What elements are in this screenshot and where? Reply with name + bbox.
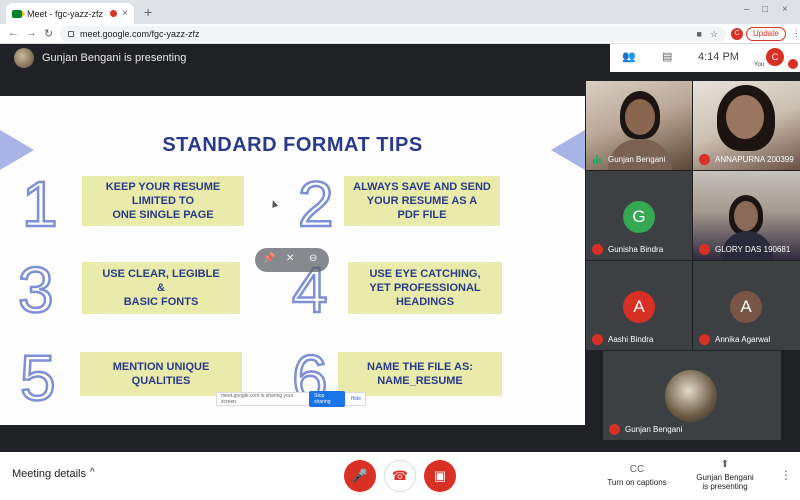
camera-off-icon: ▣ bbox=[433, 468, 447, 483]
tip-number: 3 bbox=[17, 254, 55, 326]
muted-icon bbox=[592, 334, 603, 345]
update-button[interactable]: Update bbox=[746, 27, 786, 41]
tip-text: NAME THE FILE AS: NAME_RESUME bbox=[338, 352, 502, 396]
muted-icon bbox=[699, 154, 710, 165]
present-now-button[interactable]: ⬆ Gunjan Bengani is presenting bbox=[688, 459, 762, 491]
browser-menu-icon[interactable]: ⋮ bbox=[792, 28, 800, 39]
back-button[interactable]: ← bbox=[8, 27, 19, 39]
speaking-indicator-icon bbox=[593, 155, 602, 164]
participant-name: GLORY DAS 190681 bbox=[715, 245, 791, 254]
participant-tile[interactable]: GLORY DAS 190681 bbox=[693, 171, 800, 260]
tile-hover-toolbar: 📌 ✕ ⊖ bbox=[255, 248, 329, 272]
pin-icon[interactable]: 📌 bbox=[263, 253, 275, 264]
participant-tile[interactable]: A Aashi Bindra bbox=[586, 261, 692, 350]
camera-indicator-icon[interactable]: ■ bbox=[696, 29, 701, 39]
browser-address-bar: ← → ↻ meet.google.com/fgc-yazz-zfz ■ ☆ C… bbox=[0, 24, 800, 44]
mic-off-icon: 🎤 bbox=[351, 468, 369, 483]
self-share-avatar bbox=[665, 370, 717, 422]
participant-name: Gunjan Bengani bbox=[608, 155, 666, 164]
participant-name: ANNAPURNA 200399 bbox=[715, 155, 794, 164]
participant-tile[interactable]: ANNAPURNA 200399 bbox=[693, 81, 800, 170]
url-omnibox[interactable]: meet.google.com/fgc-yazz-zfz ■ ☆ bbox=[60, 26, 726, 42]
captions-label: Turn on captions bbox=[607, 478, 667, 487]
sharing-banner: meet.google.com is sharing your screen. … bbox=[216, 391, 366, 407]
reload-button[interactable]: ↻ bbox=[44, 27, 53, 40]
self-muted-icon bbox=[788, 59, 798, 69]
participant-name: Annika Agarwal bbox=[715, 335, 771, 344]
bookmark-star-icon[interactable]: ☆ bbox=[710, 29, 718, 40]
chat-icon[interactable]: ▤ bbox=[662, 50, 672, 63]
tip-text: USE EYE CATCHING, YET PROFESSIONAL HEADI… bbox=[348, 262, 502, 314]
presented-slide: STANDARD FORMAT TIPS 1 KEEP YOUR RESUME … bbox=[0, 96, 585, 425]
participant-avatar: G bbox=[623, 201, 655, 233]
window-maximize-button[interactable]: □ bbox=[762, 4, 768, 15]
participant-name: Aashi Bindra bbox=[608, 335, 654, 344]
tip-text: KEEP YOUR RESUME LIMITED TO ONE SINGLE P… bbox=[82, 176, 244, 226]
participant-avatar: A bbox=[623, 291, 655, 323]
muted-icon bbox=[609, 424, 620, 435]
microphone-toggle-button[interactable]: 🎤 bbox=[344, 460, 376, 492]
lock-icon bbox=[68, 31, 74, 37]
muted-icon bbox=[592, 244, 603, 255]
presenter-text: Gunjan Bengani is presenting bbox=[42, 52, 187, 64]
presenting-label-line2: is presenting bbox=[702, 482, 748, 491]
captions-button[interactable]: CC Turn on captions bbox=[600, 464, 674, 487]
forward-button[interactable]: → bbox=[26, 27, 37, 39]
new-tab-button[interactable]: + bbox=[144, 4, 152, 20]
url-text: meet.google.com/fgc-yazz-zfz bbox=[80, 29, 200, 39]
participant-name: Gunisha Bindra bbox=[608, 245, 664, 254]
tip-number: 5 bbox=[19, 342, 57, 414]
meeting-time: 4:14 PM bbox=[698, 51, 739, 63]
bottom-control-bar: Meeting details ^ 🎤 ☎ ▣ CC Turn on capti… bbox=[0, 452, 800, 500]
camera-toggle-button[interactable]: ▣ bbox=[424, 460, 456, 492]
tip-text: ALWAYS SAVE AND SEND YOUR RESUME AS A PD… bbox=[344, 176, 500, 226]
participant-avatar: A bbox=[730, 291, 762, 323]
tip-text: MENTION UNIQUE QUALITIES bbox=[80, 352, 242, 396]
self-avatar-small[interactable]: C bbox=[766, 48, 784, 66]
muted-icon bbox=[699, 334, 710, 345]
slide-title: STANDARD FORMAT TIPS bbox=[162, 134, 423, 156]
participant-video bbox=[726, 95, 764, 139]
participant-name: Gunjan Bengani bbox=[625, 425, 683, 434]
people-icon[interactable]: 👥 bbox=[622, 50, 636, 63]
recording-dot-icon bbox=[110, 10, 118, 17]
tab-title: Meet - fgc-yazz-zfz bbox=[27, 8, 104, 19]
meet-favicon-icon bbox=[12, 9, 25, 18]
present-screen-icon: ⬆ bbox=[720, 459, 730, 470]
you-label: You bbox=[754, 62, 765, 68]
leave-call-button[interactable]: ☎ bbox=[384, 460, 416, 492]
window-minimize-button[interactable]: – bbox=[744, 4, 750, 15]
meeting-details-button[interactable]: Meeting details bbox=[12, 468, 86, 480]
captions-icon: CC bbox=[629, 464, 645, 475]
presenter-bar: Gunjan Bengani is presenting bbox=[0, 44, 585, 96]
mute-presenter-icon[interactable]: ✕ bbox=[286, 253, 294, 264]
meeting-top-right-panel: 👥 ▤ 4:14 PM C You bbox=[610, 44, 800, 72]
muted-icon bbox=[699, 244, 710, 255]
more-options-icon[interactable]: ⋮ bbox=[780, 468, 792, 482]
tip-number: 1 bbox=[21, 168, 59, 240]
participant-video bbox=[734, 201, 758, 231]
presenting-label-line1: Gunjan Bengani bbox=[696, 473, 754, 482]
presenter-avatar bbox=[14, 48, 34, 68]
stop-sharing-button[interactable]: Stop sharing bbox=[309, 391, 345, 407]
sharing-banner-text: meet.google.com is sharing your screen. bbox=[221, 393, 294, 405]
browser-tab-bar: Meet - fgc-yazz-zfz × + – □ × bbox=[0, 0, 800, 24]
participant-tile[interactable]: G Gunisha Bindra bbox=[586, 171, 692, 260]
chevron-up-icon[interactable]: ^ bbox=[90, 467, 95, 478]
hang-up-icon: ☎ bbox=[391, 468, 409, 483]
window-close-button[interactable]: × bbox=[782, 4, 788, 15]
hide-banner-button[interactable]: Hide bbox=[351, 396, 361, 402]
tip-text: USE CLEAR, LEGIBLE & BASIC FONTS bbox=[82, 262, 240, 314]
remove-icon[interactable]: ⊖ bbox=[309, 253, 317, 264]
browser-tab-meet[interactable]: Meet - fgc-yazz-zfz × bbox=[6, 3, 134, 24]
participant-tile[interactable]: A Annika Agarwal bbox=[693, 261, 800, 350]
mouse-cursor-icon bbox=[269, 199, 279, 208]
participant-video bbox=[625, 99, 655, 135]
tab-close-icon[interactable]: × bbox=[122, 8, 128, 19]
browser-profile-avatar[interactable]: C bbox=[731, 28, 743, 40]
participant-tile[interactable]: Gunjan Bengani bbox=[586, 81, 692, 170]
tip-number: 2 bbox=[297, 168, 335, 240]
